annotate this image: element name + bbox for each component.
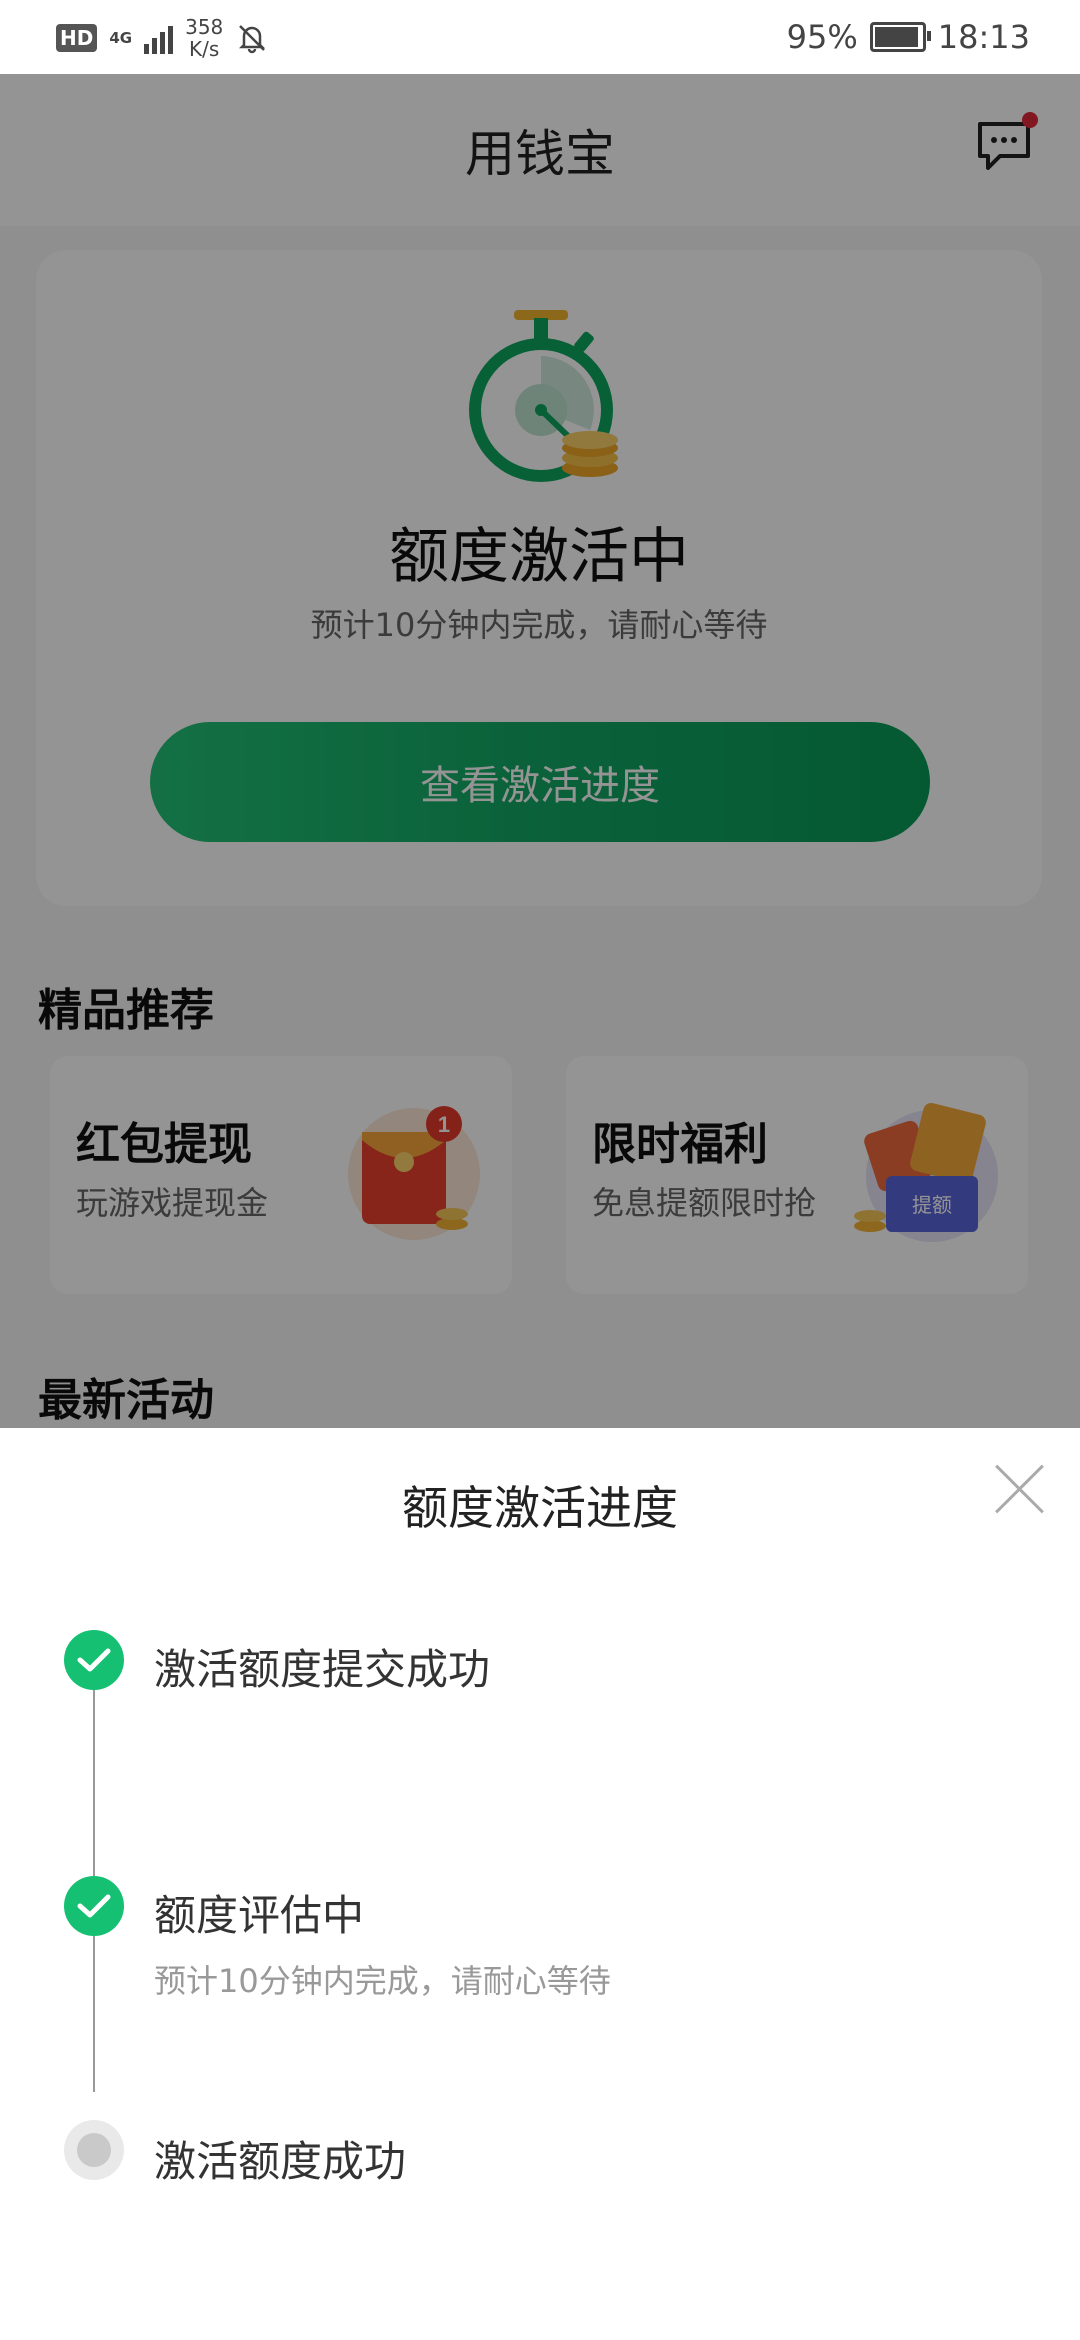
progress-sheet: 额度激活进度 激活额度提交成功 额度评估中 预计10分钟内完成，请耐心等待 激活… <box>0 1428 1080 2340</box>
speed-unit: K/s <box>189 37 220 61</box>
speed-value: 358 <box>185 15 224 39</box>
step-done-marker <box>64 1876 124 1936</box>
bell-off-icon <box>239 25 266 54</box>
step-label: 额度评估中 <box>154 1891 365 1940</box>
signal-icon <box>144 22 174 54</box>
hd-badge: HD <box>56 24 98 52</box>
battery-percent: 95% <box>786 18 858 56</box>
screen: HD 4G 358 K/s 95% 18:13 用钱宝 额度激活中 预计10分钟… <box>0 0 1080 2340</box>
clock: 18:13 <box>937 18 1030 56</box>
battery-icon <box>869 22 931 52</box>
modal-backdrop[interactable] <box>0 74 1080 1428</box>
step-pending-marker <box>64 2120 124 2180</box>
sheet-title: 额度激活进度 <box>402 1481 678 1535</box>
step-note: 预计10分钟内完成，请耐心等待 <box>154 1962 611 2000</box>
check-icon <box>77 1894 111 1918</box>
network-generation: 4G <box>109 29 133 47</box>
step-done-marker <box>64 1630 124 1690</box>
check-icon <box>77 1648 111 1672</box>
close-icon[interactable] <box>992 1462 1046 1516</box>
battery-level <box>874 27 919 47</box>
step-label: 激活额度提交成功 <box>154 1645 491 1694</box>
network-speed: 358 K/s <box>185 16 223 60</box>
status-bar: HD 4G 358 K/s 95% 18:13 <box>0 0 1080 74</box>
step-label: 激活额度成功 <box>154 2137 407 2186</box>
